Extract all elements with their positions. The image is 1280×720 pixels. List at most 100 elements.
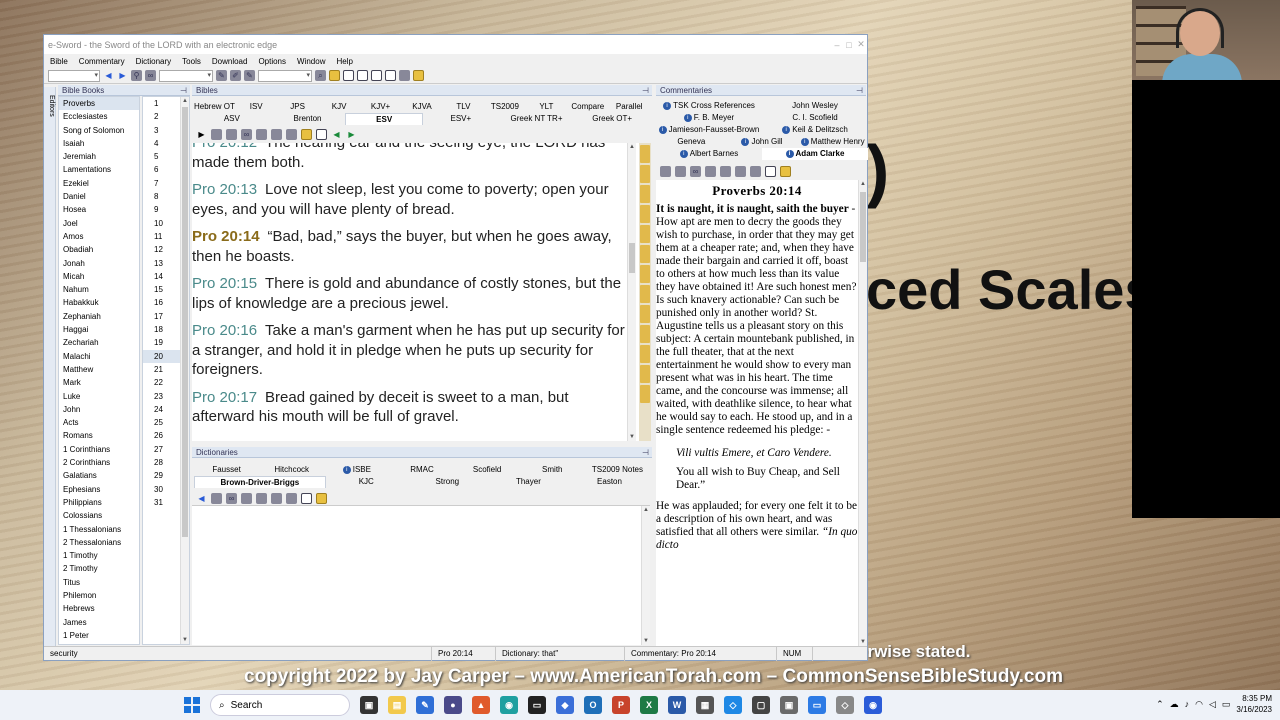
app-icon[interactable]: ◇ — [836, 696, 854, 714]
battery-icon[interactable]: ▭ — [1222, 699, 1231, 710]
book-item[interactable]: Titus — [59, 576, 139, 589]
task-view-icon[interactable]: ▣ — [360, 696, 378, 714]
book-item[interactable]: Colossians — [59, 509, 139, 522]
book-item[interactable]: Zechariah — [59, 336, 139, 349]
print-icon[interactable] — [675, 165, 686, 177]
pin-icon[interactable]: ⊣ — [642, 85, 649, 96]
bible-tab[interactable]: ESV+ — [423, 113, 499, 125]
next-icon[interactable]: ▶ — [117, 70, 128, 81]
dict-tab-selected[interactable]: Brown-Driver-Briggs — [194, 476, 326, 488]
chevron-up-icon[interactable]: ⌃ — [1156, 699, 1164, 710]
app-icon[interactable]: ▦ — [696, 696, 714, 714]
note-icon[interactable] — [271, 492, 282, 504]
note-icon[interactable] — [286, 128, 297, 140]
verse[interactable]: Pro 20:16 Take a man's garment when he ha… — [192, 321, 632, 380]
dict-tab[interactable]: Thayer — [488, 476, 569, 488]
verse-ref[interactable]: Pro 20:15 — [192, 275, 257, 292]
notes-icon[interactable] — [413, 70, 424, 81]
book-item[interactable]: Philippians — [59, 496, 139, 509]
dict-tab[interactable]: TS2009 Notes — [585, 464, 650, 476]
commentary-tab[interactable]: i F. B. Meyer — [656, 112, 762, 124]
menu-window[interactable]: Window — [297, 57, 325, 66]
book-item[interactable]: Jonah — [59, 257, 139, 270]
edge-icon[interactable]: ◉ — [500, 696, 518, 714]
play-icon[interactable]: ▶ — [196, 129, 207, 140]
bible-tab[interactable]: Hebrew OT+ — [194, 101, 235, 113]
zoom-icon[interactable] — [286, 492, 297, 504]
menu-tools[interactable]: Tools — [182, 57, 201, 66]
book-item[interactable]: 1 Thessalonians — [59, 523, 139, 536]
verse-current[interactable]: Pro 20:14 “Bad, bad,” says the buyer, but… — [192, 227, 632, 266]
book-item[interactable]: Joel — [59, 217, 139, 230]
menu-bible[interactable]: Bible — [50, 57, 68, 66]
search-icon[interactable]: ⚲ — [131, 70, 142, 81]
bible-tab[interactable]: Greek OT+ — [574, 113, 650, 125]
bible-tab[interactable]: YLT — [526, 101, 567, 113]
menu-commentary[interactable]: Commentary — [79, 57, 125, 66]
verse-combo[interactable] — [159, 69, 213, 82]
bible-tab[interactable]: ISV — [235, 101, 276, 113]
zoom-icon[interactable] — [750, 165, 761, 177]
book-item[interactable]: Zephaniah — [59, 310, 139, 323]
bible-tab[interactable]: KJVA — [401, 101, 442, 113]
bible-tab[interactable]: TLV — [443, 101, 484, 113]
book-item[interactable]: Micah — [59, 270, 139, 283]
back-arrow-icon[interactable]: ◀ — [331, 129, 342, 140]
dict-tab[interactable]: i ISBE — [324, 464, 389, 476]
book-item[interactable]: Ezekiel — [59, 177, 139, 190]
layout-1-icon[interactable] — [329, 70, 340, 81]
menu-dictionary[interactable]: Dictionary — [136, 57, 172, 66]
binoculars-icon[interactable]: ∞ — [145, 70, 156, 81]
copy-icon[interactable] — [660, 165, 671, 177]
windows-start-icon[interactable] — [184, 697, 200, 713]
book-item[interactable]: Hosea — [59, 203, 139, 216]
verse[interactable]: Pro 20:13 Love not sleep, lest you come t… — [192, 180, 632, 219]
commentary-tab[interactable]: i Jamieson-Fausset-Brown — [656, 124, 762, 136]
bible-combo[interactable] — [48, 69, 100, 82]
book-item[interactable]: Acts — [59, 416, 139, 429]
dict-tab[interactable]: RMAC — [389, 464, 454, 476]
book-item[interactable]: Romans — [59, 429, 139, 442]
highlight-icon[interactable]: ✐ — [230, 70, 241, 81]
outlook-icon[interactable]: O — [584, 696, 602, 714]
layout-2-icon[interactable] — [343, 70, 354, 81]
link-icon[interactable] — [780, 165, 791, 177]
grid-icon[interactable] — [399, 70, 410, 81]
maximize-button[interactable]: □ — [843, 40, 855, 50]
book-item[interactable]: Isaiah — [59, 137, 139, 150]
dict-scrollbar[interactable]: ▲ ▼ — [641, 506, 650, 645]
bible-tab[interactable]: ASV — [194, 113, 270, 125]
book-item[interactable]: Nahum — [59, 283, 139, 296]
bible-tab-selected[interactable]: ESV — [345, 113, 424, 125]
verse[interactable]: Pro 20:17 Bread gained by deceit is sweet… — [192, 388, 632, 427]
binoculars-icon[interactable]: ∞ — [241, 128, 252, 140]
menu-help[interactable]: Help — [336, 57, 352, 66]
bookmark-icon[interactable] — [256, 492, 267, 504]
menu-options[interactable]: Options — [258, 57, 286, 66]
book-item[interactable]: Song of Solomon — [59, 124, 139, 137]
color-combo[interactable] — [258, 69, 312, 82]
layout-4-icon[interactable] — [371, 70, 382, 81]
close-button[interactable]: ✕ — [855, 39, 867, 50]
pin-icon[interactable]: ⊣ — [856, 85, 863, 96]
print-icon[interactable] — [226, 128, 237, 140]
book-item[interactable]: Mark — [59, 376, 139, 389]
commentary-tab[interactable]: Geneva — [656, 136, 727, 148]
bible-tab[interactable]: Parallel — [609, 101, 650, 113]
dict-tab[interactable]: Easton — [569, 476, 650, 488]
book-item[interactable]: 1 Timothy — [59, 549, 139, 562]
copy-icon[interactable] — [211, 128, 222, 140]
bible-tab[interactable]: Brenton — [270, 113, 346, 125]
zoom-icon[interactable] — [301, 128, 312, 140]
commentary-tab[interactable]: C. I. Scofield — [762, 112, 868, 124]
book-item[interactable]: Luke — [59, 390, 139, 403]
book-item[interactable]: Obadiah — [59, 243, 139, 256]
powerpoint-icon[interactable]: P — [612, 696, 630, 714]
wifi-icon[interactable]: ◠ — [1195, 699, 1203, 710]
verse-ref[interactable]: Pro 20:12 — [192, 143, 257, 151]
book-item[interactable]: Proverbs — [59, 97, 139, 111]
marker-icon[interactable]: ✎ — [244, 70, 255, 81]
dict-tab[interactable]: Strong — [407, 476, 488, 488]
dict-tab[interactable]: Smith — [520, 464, 585, 476]
commentary-tab-selected[interactable]: i Adam Clarke — [762, 148, 868, 160]
